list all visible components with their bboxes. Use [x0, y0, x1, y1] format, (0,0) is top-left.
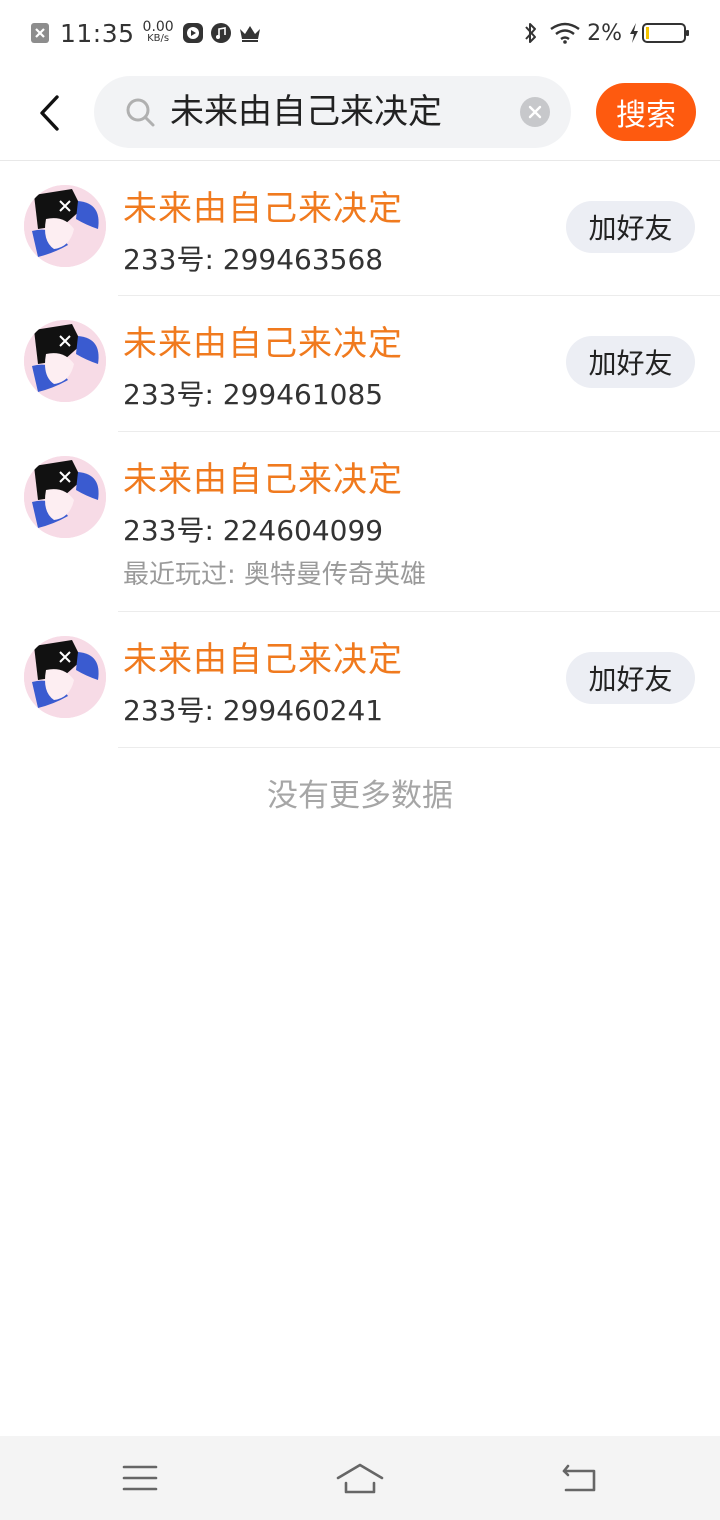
avatar[interactable]: [24, 320, 106, 402]
divider: [118, 747, 720, 748]
avatar[interactable]: [24, 456, 106, 538]
play-icon: [182, 22, 204, 44]
back-button[interactable]: [28, 88, 70, 138]
search-input[interactable]: 未来由自己来决定: [170, 90, 442, 134]
avatar[interactable]: [24, 636, 106, 718]
clear-button[interactable]: [520, 97, 550, 127]
status-bar-right: 2%: [521, 16, 690, 50]
status-time: 11:35: [60, 18, 135, 48]
search-button[interactable]: 搜索: [596, 83, 696, 141]
user-name: 未来由自己来决定: [123, 324, 403, 364]
search-icon: [126, 98, 155, 127]
list-item[interactable]: 未来由自己来决定 233号: 299463568 加好友: [0, 161, 720, 296]
crown-icon: [238, 23, 262, 43]
avatar[interactable]: [24, 185, 106, 267]
battery-icon: [642, 22, 690, 44]
status-bar-left: 11:35 0.00 KB/s: [30, 16, 262, 50]
menu-icon: [122, 1465, 158, 1491]
home-button[interactable]: [335, 1456, 385, 1500]
no-more-data-text: 没有更多数据: [267, 778, 453, 814]
system-nav-bar: [0, 1436, 720, 1520]
status-bar: 11:35 0.00 KB/s 2%: [0, 0, 720, 66]
back-nav-button[interactable]: [555, 1456, 605, 1500]
search-header: 未来由自己来决定 搜索: [0, 66, 720, 160]
list-item[interactable]: 未来由自己来决定 233号: 299461085 加好友: [0, 296, 720, 432]
clear-icon: [528, 105, 542, 119]
user-id: 233号: 224604099: [123, 514, 384, 547]
user-id: 233号: 299461085: [123, 378, 384, 411]
bluetooth-icon: [521, 20, 541, 46]
back-arrow-icon: [40, 95, 59, 131]
recently-played: 最近玩过: 奥特曼传奇英雄: [123, 560, 427, 590]
add-friend-button[interactable]: 加好友: [566, 201, 695, 253]
battery-percent: 2%: [587, 20, 622, 46]
add-friend-button[interactable]: 加好友: [566, 336, 695, 388]
menu-button[interactable]: [115, 1456, 165, 1500]
close-box-icon: [30, 21, 50, 45]
charging-icon: [628, 22, 640, 44]
list-item[interactable]: 未来由自己来决定 233号: 299460241 加好友: [0, 612, 720, 748]
network-speed: 0.00 KB/s: [142, 19, 174, 44]
network-speed-unit: KB/s: [147, 33, 170, 44]
network-speed-value: 0.00: [142, 19, 174, 35]
user-name: 未来由自己来决定: [123, 640, 403, 680]
wifi-icon: [549, 21, 581, 45]
home-icon: [336, 1463, 384, 1494]
add-friend-button[interactable]: 加好友: [566, 652, 695, 704]
return-icon: [562, 1464, 596, 1492]
list-item[interactable]: 未来由自己来决定 233号: 224604099 最近玩过: 奥特曼传奇英雄: [0, 432, 720, 612]
search-field[interactable]: 未来由自己来决定: [94, 76, 571, 148]
user-id: 233号: 299460241: [123, 694, 384, 727]
user-name: 未来由自己来决定: [123, 460, 403, 500]
results-list: 未来由自己来决定 233号: 299463568 加好友 未来由自己来决定 23…: [0, 161, 720, 748]
user-name: 未来由自己来决定: [123, 189, 403, 229]
user-id: 233号: 299463568: [123, 243, 384, 276]
music-icon: [210, 22, 232, 44]
